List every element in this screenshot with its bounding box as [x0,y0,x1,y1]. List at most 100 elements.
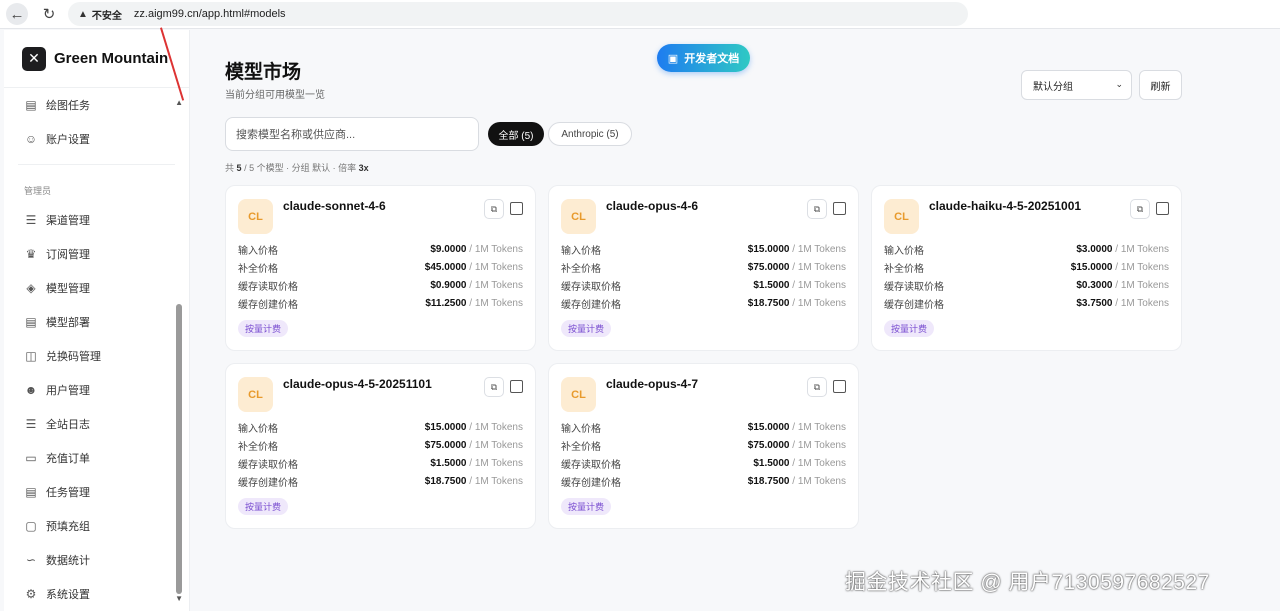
select-checkbox[interactable] [510,202,523,215]
select-checkbox[interactable] [1156,202,1169,215]
crown-icon: ♛ [25,247,37,261]
price-row: 补全价格 $45.0000 / 1M Tokens [238,258,523,276]
price-value: $15.0000 [747,421,790,433]
price-value: $18.7500 [747,475,790,487]
price-unit: / 1M Tokens [1115,279,1169,291]
address-bar[interactable]: ▲ 不安全 zz.aigm99.cn/app.html#models [68,2,968,26]
sidebar-item[interactable]: ∽ 数据统计 [4,543,189,577]
sidebar-item[interactable]: ◈ 模型管理 [4,271,189,305]
price-unit: / 1M Tokens [792,243,846,255]
reload-icon[interactable]: ↻ [38,3,60,25]
price-row: 输入价格 $15.0000 / 1M Tokens [561,240,846,258]
price-row: 缓存读取价格 $0.3000 / 1M Tokens [884,276,1169,294]
price-value-group: $75.0000 / 1M Tokens [425,440,523,451]
price-unit: / 1M Tokens [792,279,846,291]
refresh-button[interactable]: 刷新 [1139,70,1182,100]
group-select[interactable]: 默认分组 ⌄ [1021,70,1132,100]
price-unit: / 1M Tokens [469,439,523,451]
price-value: $45.0000 [424,261,467,273]
price-label: 补全价格 [238,263,278,275]
price-value-group: $18.7500 / 1M Tokens [748,298,846,309]
price-value: $1.5000 [430,457,467,469]
sidebar-item[interactable]: ▢ 预填充组 [4,509,189,543]
price-unit: / 1M Tokens [469,279,523,291]
copy-icon[interactable]: ⧉ [807,377,827,397]
model-avatar: CL [238,377,273,412]
book-icon: ▣ [667,52,679,65]
sidebar-item[interactable]: ☰ 全站日志 [4,407,189,441]
model-avatar: CL [884,199,919,234]
sidebar-item[interactable]: ♛ 订阅管理 [4,237,189,271]
sidebar-item-label: 充值订单 [46,453,90,465]
price-value-group: $18.7500 / 1M Tokens [425,476,523,487]
copy-icon[interactable]: ⧉ [484,377,504,397]
price-value-group: $3.0000 / 1M Tokens [1076,244,1169,255]
price-value-group: $18.7500 / 1M Tokens [748,476,846,487]
page-title: 模型市场 [225,62,302,83]
image-icon: ▤ [25,98,37,112]
price-value-group: $1.5000 / 1M Tokens [753,458,846,469]
sidebar-item[interactable]: ◫ 兑换码管理 [4,339,189,373]
model-card: CL claude-opus-4-6 ⧉ 输入价格 $15.0000 / 1M Toke… [548,185,859,351]
price-value: $3.7500 [1076,297,1113,309]
price-value-group: $15.0000 / 1M Tokens [748,244,846,255]
select-checkbox[interactable] [833,202,846,215]
price-label: 缓存读取价格 [238,459,298,471]
price-row: 缓存创建价格 $18.7500 / 1M Tokens [238,472,523,490]
sidebar-item-label: 任务管理 [46,487,90,499]
sidebar-item[interactable]: ☺ 账户设置 [4,122,189,156]
price-label: 输入价格 [238,423,278,435]
brand-name: Green Mountain [54,50,169,67]
price-label: 缓存创建价格 [884,299,944,311]
select-checkbox[interactable] [510,380,523,393]
sidebar: ✕ Green Mountain ▤ 绘图任务 ☺ 账户设置 管理员 ☰ 渠道管理 ♛ 订阅… [4,30,190,611]
price-unit: / 1M Tokens [792,457,846,469]
price-label: 补全价格 [238,441,278,453]
developer-docs-button[interactable]: ▣ 开发者文档 [657,44,750,72]
sidebar-item[interactable]: ☻ 用户管理 [4,373,189,407]
sidebar-item[interactable]: ☰ 渠道管理 [4,203,189,237]
price-row: 输入价格 $15.0000 / 1M Tokens [238,418,523,436]
main-content: 模型市场 当前分组可用模型一览 ▣ 开发者文档 默认分组 ⌄ 刷新 搜索模型名称… [196,30,1280,611]
price-label: 输入价格 [884,245,924,257]
sidebar-item[interactable]: ⚙ 系统设置 [4,577,189,611]
price-row: 缓存创建价格 $18.7500 / 1M Tokens [561,294,846,312]
sidebar-item[interactable]: ▤ 模型部署 [4,305,189,339]
price-value: $75.0000 [424,439,467,451]
price-value-group: $11.2500 / 1M Tokens [425,298,523,309]
watermark-text: 掘金技术社区 @ 用户7130597682527 [845,571,1210,594]
copy-icon[interactable]: ⧉ [484,199,504,219]
price-label: 输入价格 [238,245,278,257]
sidebar-item-label: 模型部署 [46,317,90,329]
sidebar-item[interactable]: ▤ 任务管理 [4,475,189,509]
brand[interactable]: ✕ Green Mountain [4,30,189,88]
image-icon: ▤ [25,485,37,499]
price-row: 缓存读取价格 $1.5000 / 1M Tokens [561,454,846,472]
gift-icon: ◫ [25,349,37,363]
scroll-down-arrow-icon[interactable]: ▼ [175,594,183,603]
layers-icon: ◈ [26,281,36,295]
price-label: 缓存创建价格 [561,299,621,311]
sidebar-item[interactable]: ▤ 绘图任务 [4,88,189,122]
select-checkbox[interactable] [833,380,846,393]
model-name: claude-sonnet-4-6 [283,199,386,213]
back-arrow-icon[interactable]: ← [6,3,28,25]
sidebar-scrollbar[interactable] [176,304,182,594]
developer-docs-label: 开发者文档 [684,53,740,65]
price-unit: / 1M Tokens [469,243,523,255]
copy-icon[interactable]: ⧉ [1130,199,1150,219]
copy-icon[interactable]: ⧉ [807,199,827,219]
price-row: 缓存读取价格 $1.5000 / 1M Tokens [561,276,846,294]
price-row: 缓存创建价格 $11.2500 / 1M Tokens [238,294,523,312]
model-name: claude-opus-4-7 [606,377,699,391]
search-input[interactable]: 搜索模型名称或供应商... [225,117,479,151]
price-row: 补全价格 $75.0000 / 1M Tokens [238,436,523,454]
server-icon: ▤ [25,315,37,329]
price-label: 缓存读取价格 [884,281,944,293]
filter-chip-all[interactable]: 全部 (5) [488,122,544,146]
model-avatar: CL [561,377,596,412]
sidebar-item[interactable]: ▭ 充值订单 [4,441,189,475]
price-value: $0.9000 [430,279,467,291]
chart-icon: ∽ [25,553,37,567]
filter-chip-anthropic[interactable]: Anthropic (5) [548,122,632,146]
